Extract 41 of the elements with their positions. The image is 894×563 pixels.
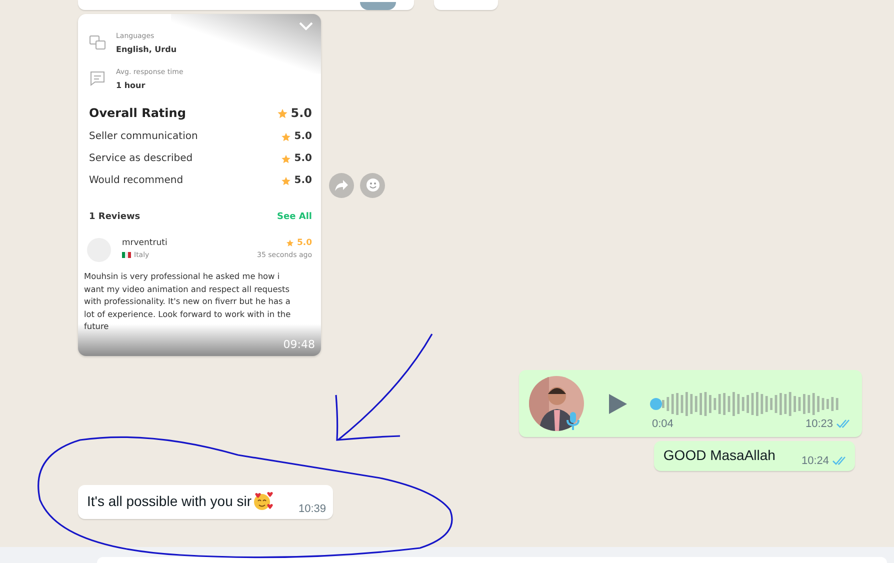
message-input-field[interactable] (97, 557, 887, 563)
message-time: 09:48 (283, 338, 315, 351)
rating-value: 5.0 (294, 175, 312, 186)
star-icon (276, 108, 288, 118)
star-icon (281, 176, 292, 186)
translate-icon (89, 35, 106, 51)
message-text: GOOD MasaAllah (663, 447, 776, 463)
chat-icon (89, 71, 106, 87)
forward-button[interactable] (329, 172, 354, 198)
info-value: 1 hour (116, 81, 146, 90)
rating-label: Would recommend (89, 175, 184, 186)
rating-value: 5.0 (294, 153, 312, 164)
smiley-icon (366, 178, 380, 192)
rating-label: Seller communication (89, 131, 198, 142)
rating-label: Service as described (89, 153, 193, 164)
microphone-icon (566, 411, 580, 431)
info-value: English, Urdu (116, 45, 177, 54)
audio-duration: 0:04 (652, 418, 674, 430)
reviewer-name: mrventruti (122, 238, 168, 248)
message-time: 10:24 (801, 455, 829, 467)
forward-icon (335, 180, 348, 190)
star-icon (286, 239, 294, 247)
star-icon (281, 154, 292, 164)
message-text: It's all possible with you sir (87, 493, 252, 509)
review-text: Mouhsin is very professional he asked me how i want my video animation and respect all requests with professionality. It's new on fiverr but he has a lot of experience. Look forward to work with in the future (84, 270, 292, 332)
review-rating: 5.0 (296, 238, 312, 248)
star-icon (281, 132, 292, 142)
smiling-face-with-hearts-icon (252, 491, 273, 511)
emoji-button[interactable] (360, 172, 385, 198)
slider-thumb[interactable] (650, 398, 662, 410)
rating-value: 5.0 (290, 106, 312, 120)
flag-icon (122, 252, 131, 258)
see-all-link[interactable]: See All (277, 212, 312, 222)
rating-value: 5.0 (294, 131, 312, 142)
play-icon[interactable] (608, 392, 628, 414)
chevron-down-icon[interactable] (299, 22, 313, 31)
reviews-count: 1 Reviews (89, 212, 140, 222)
message-time: 10:39 (298, 503, 326, 515)
message-bubble (434, 0, 498, 10)
message-time: 10:23 (805, 418, 833, 430)
rating-title: Overall Rating (89, 106, 186, 120)
